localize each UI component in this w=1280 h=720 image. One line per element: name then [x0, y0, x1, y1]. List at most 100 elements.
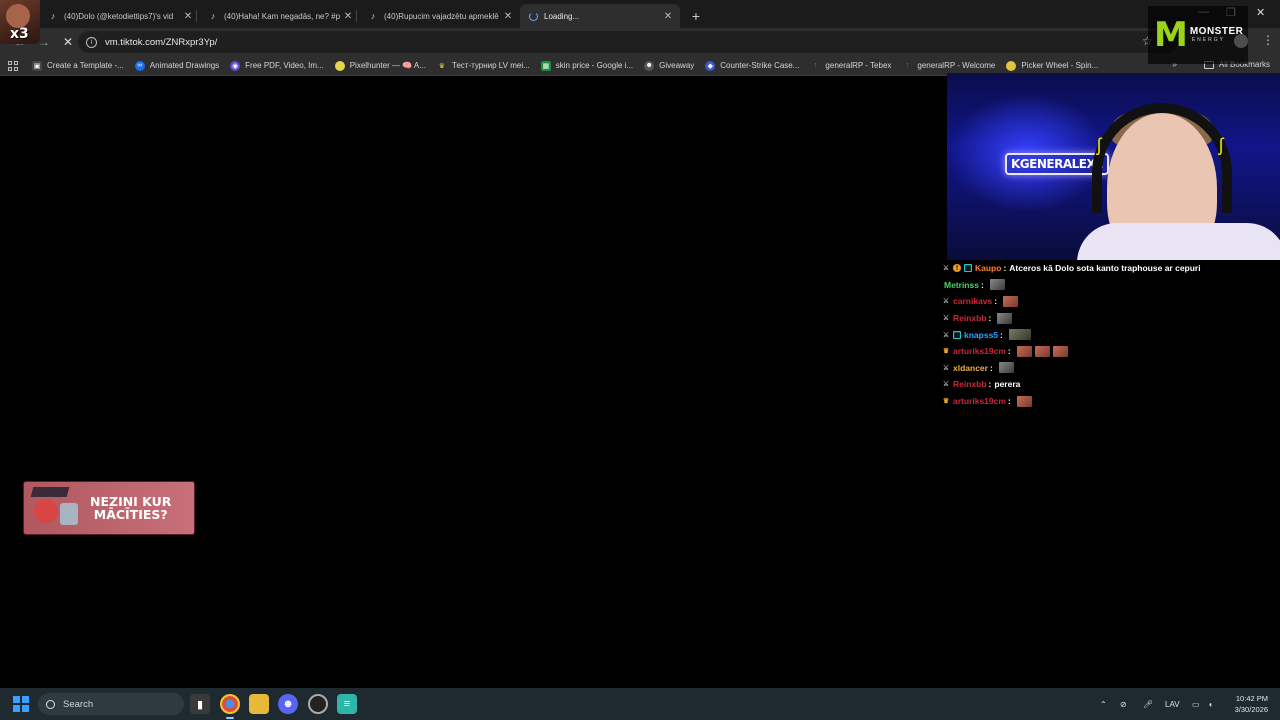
url-text[interactable]: vm.tiktok.com/ZNRxpr3Yp/: [105, 37, 217, 48]
chat-message: Metrinss :: [942, 277, 1280, 294]
chat-username: knapss5: [964, 329, 999, 340]
chrome-icon[interactable]: [220, 694, 240, 719]
tebex-icon: ↑: [813, 62, 818, 69]
bookmark-label: generalRP - Welcome: [917, 61, 996, 70]
tab-3[interactable]: ♪ (40)Rupucim vajadzētu apmeklē ✕: [360, 4, 520, 28]
close-tab-icon[interactable]: ✕: [502, 11, 514, 22]
chat-message: ♛ arturiks19cm :: [942, 393, 1280, 410]
meta-icon: ∞: [134, 60, 145, 71]
mod-sword-icon: ⚔: [942, 265, 950, 273]
bookmark-item[interactable]: ◆ Counter-Strike Case...: [705, 60, 799, 71]
clock-time: 10:42 PM: [1235, 694, 1268, 703]
stop-loading-icon[interactable]: ✕: [56, 30, 80, 54]
close-tab-icon[interactable]: ✕: [182, 11, 194, 22]
bookmark-label: Free PDF, Video, Im...: [245, 61, 324, 70]
windows-taskbar: Search ▮ ☻ ≡ ⌃ ⊘ 🎤︎ LAV ▭ ◖ 10:42 PM 3/3…: [0, 688, 1280, 720]
new-tab-button[interactable]: +: [684, 4, 708, 28]
wheel-icon: [1006, 60, 1017, 71]
bookmark-item[interactable]: Pixelhunter — 🧠 A...: [334, 60, 426, 71]
bookmark-item[interactable]: ↑ generalRP - Welcome: [902, 61, 996, 71]
tray-overflow-icon[interactable]: ⌃: [1100, 688, 1107, 720]
folder-icon[interactable]: [249, 694, 269, 714]
language-indicator[interactable]: LAV: [1165, 688, 1180, 720]
template-icon: ▣: [32, 60, 42, 71]
bookmark-label: Pixelhunter — 🧠 A...: [349, 61, 426, 70]
webcam-feed: KGENERALEXE ʃ ʃ: [947, 73, 1280, 260]
close-tab-icon[interactable]: ✕: [342, 11, 354, 22]
tiktok-icon: ♪: [210, 11, 216, 21]
obs-icon[interactable]: [308, 694, 328, 714]
close-tab-icon[interactable]: ✕: [662, 11, 674, 22]
monster-claw-icon: M: [1154, 15, 1188, 55]
tab-4-active[interactable]: Loading... ✕: [520, 4, 680, 28]
bookmark-item[interactable]: Picker Wheel - Spin...: [1006, 60, 1098, 71]
network-off-icon[interactable]: ⊘: [1120, 688, 1127, 720]
tab-2[interactable]: ♪ (40)Haha! Kam negadās, ne? #p ✕: [200, 4, 360, 28]
chat-username: Kaupo: [975, 263, 1002, 274]
crown-badge-icon: ♛: [942, 398, 950, 406]
microphone-icon[interactable]: 🎤︎: [1143, 688, 1153, 720]
tab-title: Loading...: [544, 11, 580, 21]
chat-message: ⚔ xldancer :: [942, 360, 1280, 377]
chat-username: arturiks19cm: [953, 346, 1006, 357]
address-bar[interactable]: i vm.tiktok.com/ZNRxpr3Yp/: [78, 31, 1178, 53]
bookmark-label: Create a Template -...: [47, 61, 124, 70]
sponsor-sub: ENERGY: [1191, 37, 1225, 43]
chat-username: Reinxbb: [953, 379, 987, 390]
discord-icon: ☻: [644, 60, 655, 71]
close-window-icon[interactable]: ✕: [1256, 6, 1265, 19]
tab-strip: ♪ (40)Dolo (@ketodiettips7)'s vid ✕ ♪ (4…: [0, 0, 1280, 28]
menu-kebab-icon[interactable]: ⋮: [1262, 33, 1274, 47]
notepad-icon[interactable]: ≡: [337, 694, 357, 714]
chat-message: ⚔ ! ▦ Kaupo : Atceros kā Dolo sota kanto…: [942, 263, 1201, 274]
sponsor-brand: MONSTER: [1189, 26, 1244, 37]
bookmark-item[interactable]: ▣ Create a Template -...: [32, 60, 124, 71]
streamer-avatar-overlay: x3: [0, 0, 40, 44]
bookmark-item[interactable]: ☻ Giveaway: [644, 60, 694, 71]
bookmark-item[interactable]: ∞ Animated Drawings: [134, 60, 219, 71]
bookmark-item[interactable]: ▦ skin price - Google i...: [540, 60, 634, 71]
bookmark-label: skin price - Google i...: [555, 61, 634, 70]
windows-start-icon[interactable]: [13, 696, 29, 712]
ad-banner[interactable]: NEZINI KUR MĀCĪTIES?: [23, 481, 195, 535]
bookmark-item[interactable]: ◉ Free PDF, Video, Im...: [230, 60, 324, 71]
globe-icon: ◉: [230, 60, 241, 71]
clock-date: 3/30/2026: [1234, 705, 1268, 714]
mod-sword-icon: ⚔: [942, 381, 950, 389]
chat-text: Atceros kā Dolo sota kanto traphouse ar …: [1009, 263, 1201, 274]
tab-1[interactable]: ♪ (40)Dolo (@ketodiettips7)'s vid ✕: [40, 4, 200, 28]
volume-icon[interactable]: ◖: [1208, 688, 1213, 720]
emote-icon: [1003, 295, 1019, 307]
file-explorer-icon[interactable]: ▮: [190, 694, 210, 714]
chat-message: ⚔ Reinxbb :: [942, 310, 1280, 327]
multiplier-badge: x3: [10, 26, 29, 42]
display-icon[interactable]: ▭: [1192, 688, 1200, 720]
emote-icon: [1008, 329, 1031, 341]
discord-icon[interactable]: ☻: [278, 694, 298, 714]
emote-icon: [1016, 395, 1032, 407]
tab-title: (40)Rupucim vajadzētu apmeklē: [384, 11, 499, 21]
apps-grid-icon[interactable]: [8, 60, 18, 71]
sub-badge-icon: ▦: [953, 330, 961, 339]
bookmark-label: Тест-турнир LV mei...: [451, 61, 530, 70]
system-clock[interactable]: 10:42 PM 3/30/2026: [1222, 693, 1268, 715]
mascot-illustration: [28, 485, 84, 531]
taskbar-search[interactable]: Search: [38, 693, 184, 715]
mod-sword-icon: ⚔: [942, 331, 950, 339]
ad-text-line-2: MĀCĪTIES?: [93, 507, 168, 522]
avatar: [6, 4, 30, 28]
sheets-icon: ▦: [540, 60, 551, 71]
case-icon: ◆: [705, 60, 716, 71]
bookmark-item[interactable]: ↑ generalRP - Tebex: [810, 61, 892, 71]
tab-title: (40)Dolo (@ketodiettips7)'s vid: [64, 11, 174, 21]
emote-icon: [997, 312, 1013, 324]
bookmark-item[interactable]: ♛ Тест-турнир LV mei...: [437, 61, 530, 71]
emote-icon: [1034, 345, 1050, 357]
chat-message: ⚔ ▦ knapss5 :: [942, 326, 1280, 343]
chat-username: Metrinss: [944, 279, 979, 290]
tab-title: (40)Haha! Kam negadās, ne? #p: [224, 11, 341, 21]
crown-badge-icon: ♛: [942, 348, 950, 356]
site-info-icon[interactable]: i: [86, 36, 97, 48]
mod-sword-icon: ⚔: [942, 315, 950, 323]
chat-username: carnikavs: [953, 296, 993, 307]
